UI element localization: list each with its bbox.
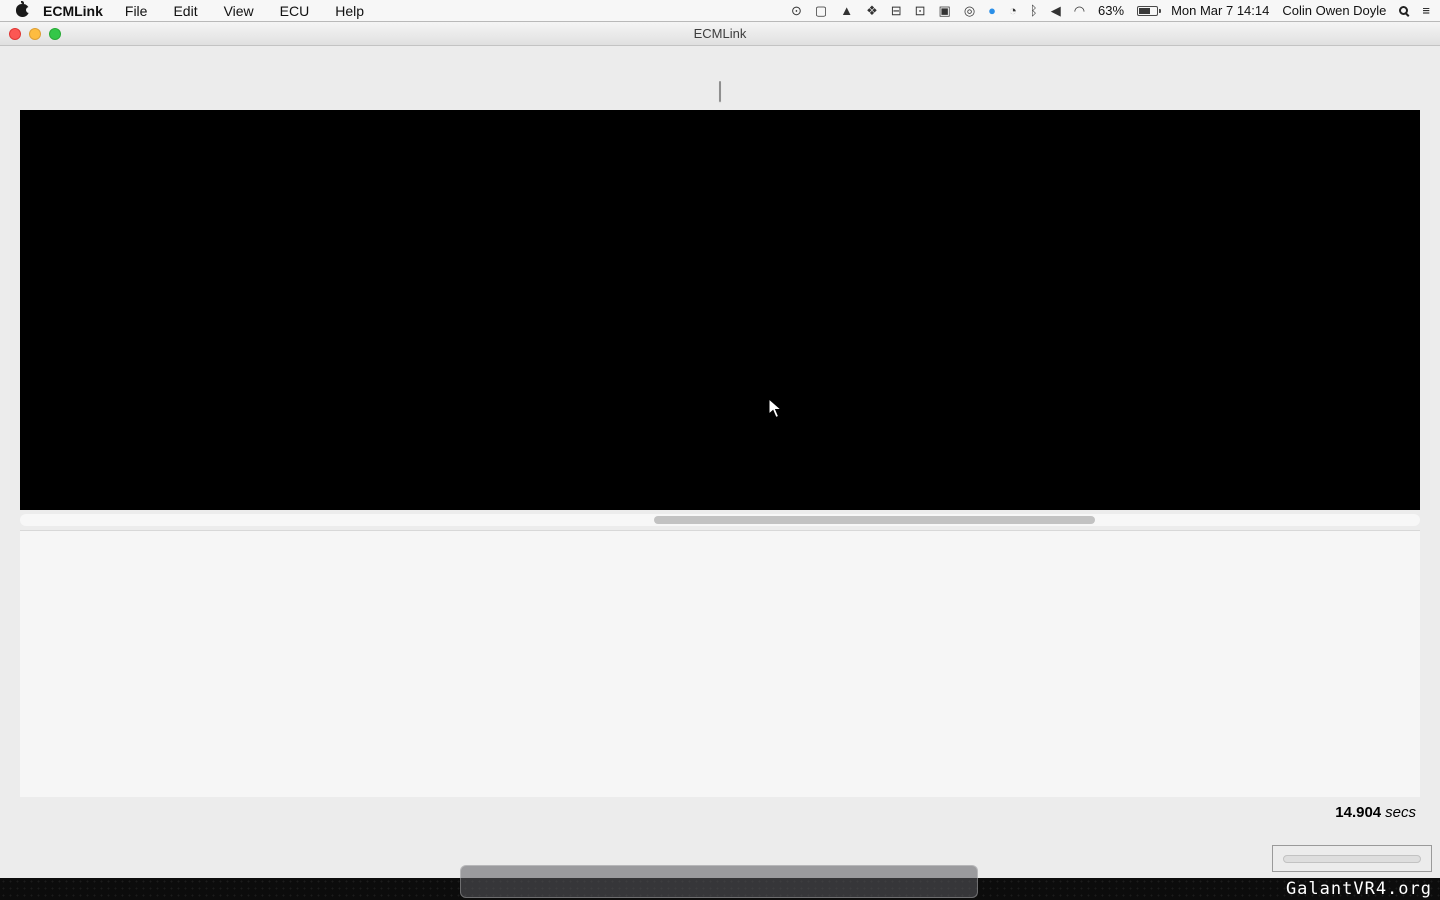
menu-ecu[interactable]: ECU	[280, 3, 310, 19]
log-tabs	[719, 81, 721, 102]
menu-edit[interactable]: Edit	[173, 3, 197, 19]
app-window-icon[interactable]: ▢	[815, 0, 827, 22]
flux-icon[interactable]: ●	[988, 0, 996, 22]
menu-user[interactable]: Colin Owen Doyle	[1282, 3, 1386, 18]
volume-icon[interactable]: ◀	[1051, 0, 1061, 22]
backup-drive-icon[interactable]: ▣	[939, 0, 951, 22]
ecmlink-window: ECMLink 14.904secs	[0, 22, 1440, 878]
gauge-table	[20, 530, 1420, 797]
bluetooth-icon[interactable]: ᛒ	[1030, 0, 1038, 22]
menu-bar-right: ⊙ ▢ ▲ ❖ ⊟ ⊡ ▣ ◎ ● ◔ ᛒ ◀ ◠ 63% Mon Mar 7 14:14 Colin …	[791, 0, 1430, 22]
apple-menu-icon[interactable]	[16, 4, 29, 17]
menu-app-name[interactable]: ECMLink	[43, 3, 103, 19]
menu-help[interactable]: Help	[335, 3, 364, 19]
action-bar: 14.904secs	[20, 799, 1420, 825]
circle-info-icon[interactable]: ⊙	[791, 0, 802, 22]
battery-percent: 63%	[1098, 3, 1124, 18]
menu-trailing-icons: ≡	[1399, 0, 1430, 22]
network-display-icon[interactable]: ⊟	[891, 0, 902, 22]
elapsed-time: 14.904secs	[1335, 804, 1420, 821]
drive-icon[interactable]: ▲	[840, 0, 853, 22]
dock	[460, 865, 978, 898]
menu-file[interactable]: File	[125, 3, 148, 19]
bottom-slider-panel	[1272, 845, 1432, 872]
menu-clock[interactable]: Mon Mar 7 14:14	[1171, 3, 1269, 18]
battery-icon[interactable]	[1137, 6, 1158, 16]
notification-center-icon[interactable]: ≡	[1422, 0, 1430, 22]
screen: ECMLink File Edit View ECU Help ⊙ ▢ ▲ ❖ ⊟ ⊡ ▣ ◎ ● ◔ ᛒ ◀…	[0, 0, 1440, 900]
graph-scrollbar-thumb[interactable]	[654, 516, 1095, 524]
time-machine-icon[interactable]: ◔	[1009, 0, 1017, 22]
menu-bar: ECMLink File Edit View ECU Help ⊙ ▢ ▲ ❖ ⊟ ⊡ ▣ ◎ ● ◔ ᛒ ◀…	[0, 0, 1440, 22]
toolbar	[0, 46, 1440, 76]
menu-view[interactable]: View	[224, 3, 254, 19]
spotlight-icon[interactable]	[1399, 0, 1408, 22]
lock-icon[interactable]: ⊡	[915, 0, 926, 22]
elapsed-unit: secs	[1385, 804, 1416, 821]
tab-row	[0, 76, 1440, 102]
menu-items: File Edit View ECU Help	[125, 3, 364, 19]
bottom-slider[interactable]	[1283, 855, 1421, 863]
spiral-icon[interactable]: ◎	[964, 0, 975, 22]
desktop-watermark: GalantVR4.org	[1286, 879, 1432, 899]
dropbox-icon[interactable]: ❖	[866, 0, 878, 22]
menu-status-icons: ⊙ ▢ ▲ ❖ ⊟ ⊡ ▣ ◎ ● ◔ ᛒ ◀ ◠	[791, 0, 1085, 22]
window-titlebar[interactable]: ECMLink	[0, 22, 1440, 46]
elapsed-value: 14.904	[1335, 804, 1381, 821]
window-title: ECMLink	[0, 26, 1440, 41]
log-graph[interactable]	[20, 110, 1420, 510]
log-graph-canvas	[20, 110, 1420, 510]
graph-scrollbar[interactable]	[20, 514, 1420, 526]
wifi-icon[interactable]: ◠	[1074, 0, 1085, 22]
